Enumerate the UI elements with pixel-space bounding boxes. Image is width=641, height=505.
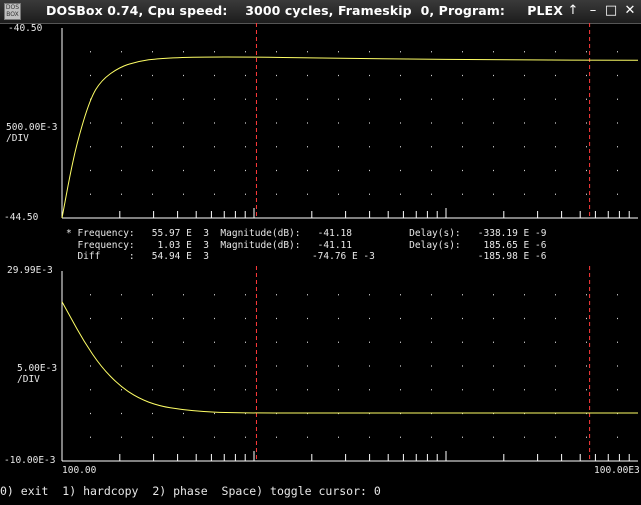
pin-icon[interactable]: ↑: [565, 3, 581, 19]
readout-row-reference: Frequency: 1.03 E 3 Magnitude(dB): -41.1…: [66, 240, 547, 251]
minimize-icon[interactable]: –: [585, 3, 601, 19]
bottom-y-min-label: -10.00E-3: [4, 455, 56, 466]
bottom-y-scale-label: 5.00E-3: [17, 363, 58, 374]
close-icon[interactable]: ✕: [622, 3, 638, 19]
dos-screen[interactable]: -40.50 500.00E-3 /DIV -44.50 * Frequency…: [0, 23, 641, 505]
top-y-scale-label: 500.00E-3: [6, 122, 58, 133]
oscilloscope-display: [61, 23, 639, 462]
delay-chart: [61, 266, 638, 462]
dosbox-window: DOS BOX DOSBox 0.74, Cpu speed: 3000 cyc…: [0, 0, 641, 505]
app-icon-label: DOS BOX: [5, 4, 20, 18]
top-y-min-label: -44.50: [4, 212, 39, 223]
readout-row-cursor: * Frequency: 55.97 E 3 Magnitude(dB): -4…: [66, 228, 547, 239]
maximize-icon[interactable]: □: [603, 3, 619, 19]
delay-trace: [61, 301, 638, 414]
top-y-unit-label: /DIV: [6, 133, 29, 144]
bottom-y-max-label: 29.99E-3: [7, 265, 53, 276]
window-title: DOSBox 0.74, Cpu speed: 3000 cycles, Fra…: [46, 3, 563, 18]
x-axis-start-label: 100.00: [62, 465, 97, 476]
magnitude-chart: [61, 23, 639, 219]
dosbox-app-icon[interactable]: DOS BOX: [4, 3, 21, 20]
title-bar[interactable]: DOS BOX DOSBox 0.74, Cpu speed: 3000 cyc…: [0, 0, 641, 24]
readout-row-diff: Diff : 54.94 E 3 -74.76 E -3 -185.98 E -…: [66, 251, 547, 262]
bottom-y-unit-label: /DIV: [17, 374, 40, 385]
magnitude-trace: [61, 56, 639, 219]
top-y-max-label: -40.50: [8, 23, 43, 34]
command-menu[interactable]: 0) exit 1) hardcopy 2) phase Space) togg…: [0, 484, 381, 498]
x-axis-end-label: 100.00E3: [594, 465, 640, 476]
